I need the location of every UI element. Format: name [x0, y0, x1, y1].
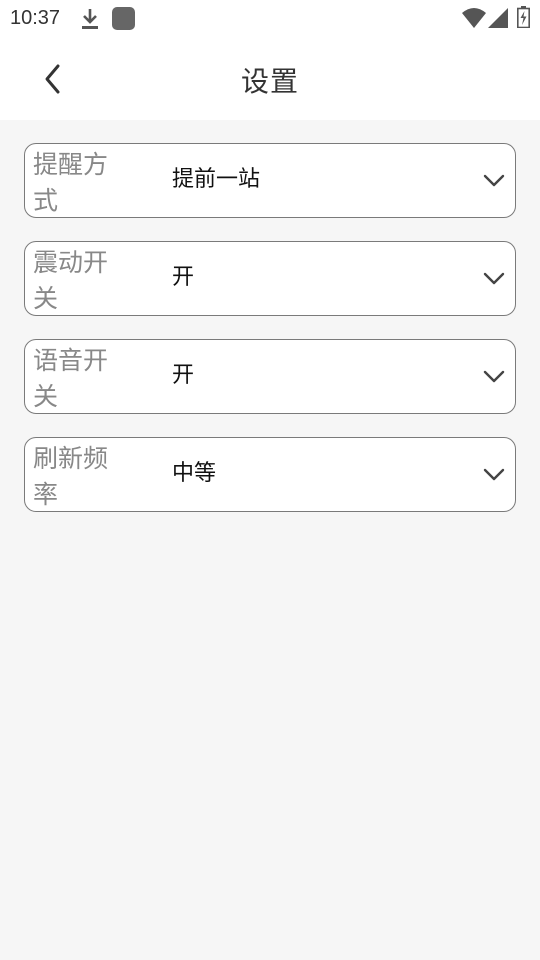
chevron-down-icon[interactable]: [483, 462, 505, 486]
setting-value[interactable]: 提前一站: [172, 144, 260, 216]
setting-label: 刷新频率: [33, 444, 109, 509]
settings-list: 提醒方式 提前一站 震动开关 开 语音开关 开 刷新频率 中等: [24, 143, 516, 535]
signal-icon: [488, 8, 508, 28]
setting-value[interactable]: 开: [172, 242, 194, 314]
wifi-icon: [462, 8, 486, 28]
status-time: 10:37: [10, 7, 61, 29]
setting-refresh-frequency[interactable]: 刷新频率 中等: [24, 437, 516, 512]
chevron-down-icon[interactable]: [483, 168, 505, 192]
chevron-down-icon[interactable]: [483, 266, 505, 290]
setting-vibration-switch[interactable]: 震动开关 开: [24, 241, 516, 316]
app-badge-icon: [112, 7, 135, 30]
page-title: 设置: [240, 65, 299, 98]
setting-label: 语音开关: [33, 346, 109, 411]
app-bar: 设置: [0, 38, 540, 120]
setting-label: 提醒方式: [33, 150, 109, 215]
chevron-down-icon[interactable]: [483, 364, 505, 388]
setting-value[interactable]: 开: [172, 340, 194, 412]
status-bar: 10:37: [0, 0, 540, 38]
setting-reminder-method[interactable]: 提醒方式 提前一站: [24, 143, 516, 218]
setting-value[interactable]: 中等: [172, 438, 216, 510]
setting-label: 震动开关: [33, 248, 109, 313]
download-icon: [82, 9, 98, 29]
battery-charging-icon: [517, 6, 530, 28]
setting-voice-switch[interactable]: 语音开关 开: [24, 339, 516, 414]
